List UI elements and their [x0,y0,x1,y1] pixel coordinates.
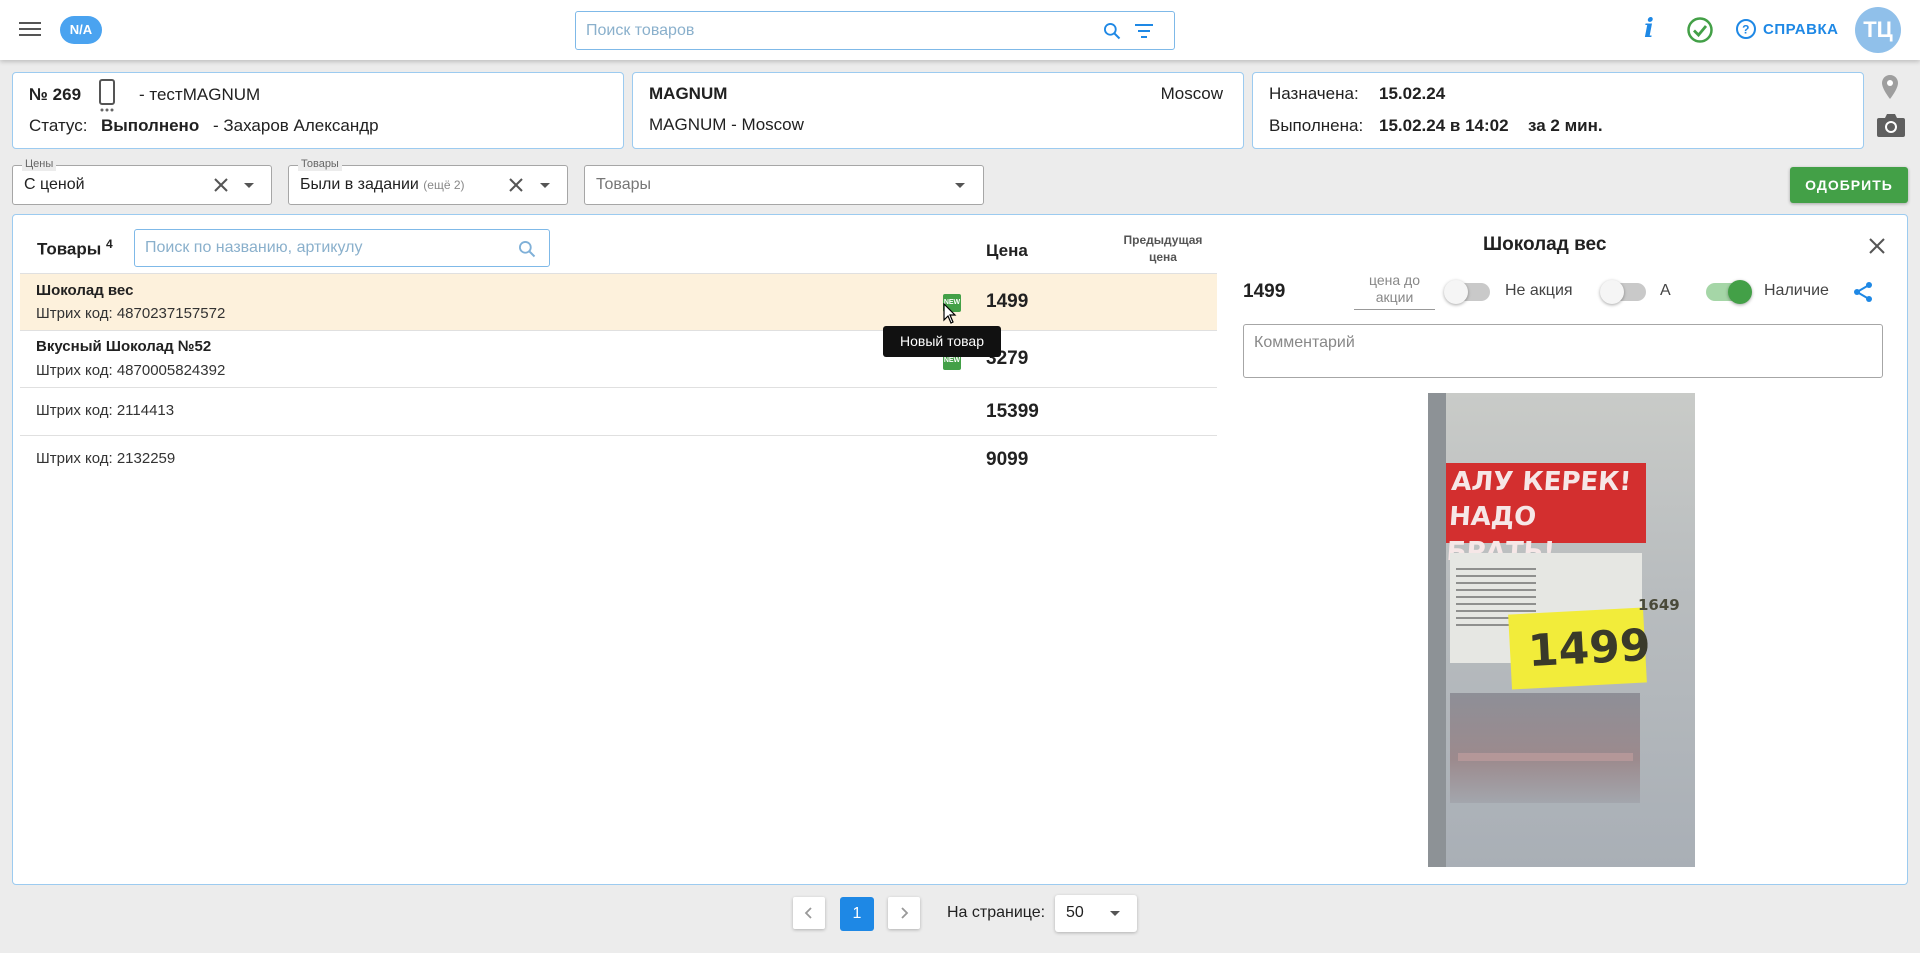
no-promo-label: Не акция [1505,282,1573,299]
approve-button[interactable]: ОДОБРИТЬ [1790,167,1908,203]
store-city: Moscow [1160,84,1223,103]
chevron-down-icon [1110,911,1120,916]
done-date: 15.02.24 в 14:02 [1379,116,1509,135]
prices-filter-value: С ценой [24,176,85,193]
avatar[interactable]: ТЦ [1855,7,1901,53]
photo-product-shine [1458,753,1633,761]
clear-icon[interactable] [507,176,525,194]
task-name: - тестMAGNUM [139,85,261,104]
goods-count: 4 [106,237,113,251]
product-barcode: Штрих код: 2132259 [36,450,176,467]
next-page-button[interactable] [888,897,920,929]
column-price[interactable]: Цена [986,241,1028,261]
assignee: - Захаров Александр [213,116,379,135]
help-icon: ? [1736,19,1756,39]
task-number: № 269 [29,85,82,104]
promo-a-toggle[interactable] [1600,279,1648,305]
dates-card: Назначена: 15.02.24 Выполнена: 15.02.24 … [1252,72,1864,149]
status-value: Выполнено [101,116,200,135]
help-label: СПРАВКА [1763,20,1839,38]
menu-icon[interactable] [19,19,41,39]
product-price: 9099 [986,449,1029,470]
table-row[interactable]: Штрих код: 2114413 15399 [20,387,1217,435]
chevron-down-icon[interactable] [955,183,965,188]
product-price: 15399 [986,401,1039,422]
table-row[interactable]: Штрих код: 2132259 9099 [20,435,1217,483]
detail-title: Шоколад вес [1483,234,1607,255]
info-icon[interactable]: i [1644,14,1654,44]
prev-page-button[interactable] [793,897,825,929]
table-row[interactable]: Вкусный Шоколад №52 Штрих код: 487000582… [20,330,1217,387]
task-card: № 269 - тестMAGNUM Статус: Выполнено - З… [12,72,624,149]
goods-filter-label: Товары [298,157,342,171]
photo-product [1450,693,1640,803]
tooltip: Новый товар [883,326,1001,357]
filter-icon[interactable] [1134,22,1154,40]
product-name: Шоколад вес [36,282,134,299]
photo-tag-price: 1499 [1526,619,1652,678]
mouse-cursor-icon [943,303,957,324]
store-name: MAGNUM [649,84,728,103]
comment-input[interactable] [1254,334,1864,370]
status-badge[interactable]: N/A [60,16,102,44]
share-icon[interactable] [1853,281,1873,303]
goods-list-search [134,229,550,267]
search-icon[interactable] [517,239,537,259]
product-barcode: Штрих код: 4870005824392 [36,362,226,379]
product-barcode: Штрих код: 4870237157572 [36,305,226,322]
product-price: 1499 [986,291,1029,312]
photo-banner-text: АЛУ КЕРЕК! НАДО БРАТЬ! [1445,467,1633,567]
camera-icon[interactable] [1876,112,1906,138]
duration: за 2 мин. [1528,116,1603,135]
check-circle-icon[interactable] [1686,16,1714,44]
chevron-right-icon [901,907,909,919]
chevron-down-icon[interactable] [540,183,550,188]
per-page-label: На странице: [947,904,1046,921]
no-promo-toggle[interactable] [1444,279,1492,305]
top-bar: N/A i ? СПРАВКА ТЦ [0,0,1920,60]
product-search [575,11,1175,50]
prices-filter[interactable]: Цены С ценой [12,157,272,205]
goods-select-placeholder: Товары [596,176,652,193]
chevron-left-icon [804,907,812,919]
availability-label: Наличие [1764,282,1829,299]
photo-edge [1428,393,1446,867]
page-button-current[interactable]: 1 [840,897,874,931]
status-label: Статус: [29,116,88,135]
goods-select[interactable]: Товары [584,165,984,205]
assigned-label: Назначена: [1269,84,1359,103]
goods-filter[interactable]: Товары Были в задании (ещё 2) [288,157,568,205]
comment-field [1243,324,1883,378]
product-barcode: Штрих код: 2114413 [36,402,175,419]
per-page-value: 50 [1066,904,1084,921]
photo-tag-small-price: 1649 [1638,596,1680,614]
detail-price: 1499 [1243,281,1286,302]
assigned-date: 15.02.24 [1379,84,1446,103]
availability-toggle[interactable] [1704,279,1752,305]
per-page-select[interactable]: 50 [1055,895,1137,932]
search-icon[interactable] [1102,21,1122,41]
location-pin-icon[interactable] [1881,74,1899,102]
chevron-down-icon[interactable] [244,183,254,188]
prices-filter-label: Цены [22,157,57,171]
goods-filter-value: Были в задании (ещё 2) [300,176,465,193]
svg-text:?: ? [1742,23,1750,37]
column-previous-price[interactable]: Предыдущая цена [1118,232,1208,266]
product-name: Вкусный Шоколад №52 [36,338,212,355]
done-label: Выполнена: [1269,116,1364,135]
goods-list-search-input[interactable] [145,230,505,266]
clear-icon[interactable] [212,176,230,194]
close-icon[interactable] [1868,237,1886,255]
phone-icon [99,79,115,112]
table-row[interactable]: Шоколад вес Штрих код: 4870237157572 NEW… [20,273,1217,330]
store-full-name: MAGNUM - Moscow [649,115,804,134]
product-photo[interactable]: АЛУ КЕРЕК! НАДО БРАТЬ! 1499 1649 [1428,393,1695,867]
store-card: MAGNUM Moscow MAGNUM - Moscow [632,72,1244,149]
promo-price-field[interactable]: цена до акции [1354,272,1435,310]
product-search-input[interactable] [586,12,1086,49]
promo-a-label: А [1660,282,1671,299]
goods-list-title: Товары 4 [37,237,113,259]
help-button[interactable]: ? СПРАВКА [1735,18,1838,40]
